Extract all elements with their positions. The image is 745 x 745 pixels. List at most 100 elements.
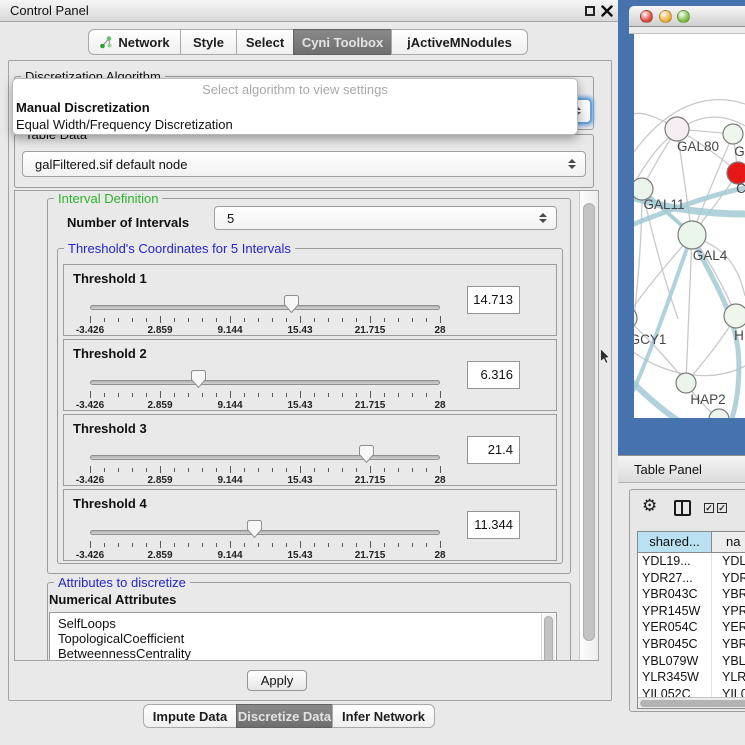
tab-impute-data-label: Impute Data xyxy=(153,709,227,724)
threshold-value-field[interactable]: 21.4 xyxy=(467,436,520,464)
network-node[interactable] xyxy=(709,409,729,418)
tab-discretize-data[interactable]: Discretize Data xyxy=(236,704,333,728)
tick-mark xyxy=(440,391,441,398)
dropdown-option-manual-discretization[interactable]: Manual Discretization xyxy=(16,100,150,115)
numerical-attributes-list[interactable]: SelfLoopsTopologicalCoefficientBetweenne… xyxy=(49,612,557,660)
table-horizontal-scrollbar[interactable] xyxy=(638,697,745,708)
tick-mark xyxy=(244,543,245,547)
threshold-slider-track[interactable] xyxy=(90,455,440,460)
threshold-value-field[interactable]: 6.316 xyxy=(467,361,520,389)
network-edge[interactable] xyxy=(686,235,692,383)
tick-mark xyxy=(104,393,105,397)
threshold-slider-track[interactable] xyxy=(90,530,440,535)
tick-label: -3.426 xyxy=(76,325,104,336)
tick-mark xyxy=(426,393,427,397)
table-panel-card: ⚙ ✓ ✓ shared... na YDL19...YDL1YDR27...Y… xyxy=(629,489,745,712)
threshold-slider-thumb[interactable] xyxy=(191,370,206,388)
cell-name: YBR0 xyxy=(712,636,745,653)
table-row[interactable]: YBL079WYBL0 xyxy=(638,653,745,670)
network-canvas[interactable]: GAL80GACGAL11GAL4GCY1HHAP2 xyxy=(634,34,745,418)
network-node[interactable] xyxy=(678,221,706,249)
tick-mark xyxy=(300,316,301,323)
minimize-traffic-light[interactable] xyxy=(659,10,672,23)
network-node-label: GCY1 xyxy=(634,332,666,347)
tab-impute-data[interactable]: Impute Data xyxy=(143,704,237,728)
tick-mark xyxy=(398,318,399,322)
table-row[interactable]: YPR145WYPR1 xyxy=(638,603,745,620)
tab-style[interactable]: Style xyxy=(180,29,237,55)
table-row[interactable]: YDR27...YDR2 xyxy=(638,570,745,587)
network-node[interactable] xyxy=(634,307,637,329)
tab-network[interactable]: Network xyxy=(88,29,181,55)
tab-infer-network[interactable]: Infer Network xyxy=(332,704,435,728)
network-node[interactable] xyxy=(724,304,745,328)
tick-mark xyxy=(258,543,259,547)
table-row[interactable]: YER054CYER0 xyxy=(638,619,745,636)
network-window-titlebar[interactable] xyxy=(629,6,745,27)
threshold-slider-track[interactable] xyxy=(90,380,440,385)
table-row[interactable]: YDL19...YDL1 xyxy=(638,553,745,570)
network-node-label: H xyxy=(734,328,744,343)
settings-scrollbar-thumb[interactable] xyxy=(583,203,595,641)
dropdown-option-equal-width-frequency[interactable]: Equal Width/Frequency Discretization xyxy=(16,117,233,132)
tick-mark xyxy=(216,468,217,472)
network-edge-thick[interactable] xyxy=(634,376,680,418)
threshold-row-1: Threshold 1 14.713 -3.4262.8599.14415.43… xyxy=(63,264,557,336)
list-scrollbar[interactable] xyxy=(541,614,555,660)
node-table: shared... na YDL19...YDL1YDR27...YDR2YBR… xyxy=(637,531,745,709)
gear-icon[interactable]: ⚙ xyxy=(642,496,657,516)
column-header-name[interactable]: na xyxy=(712,532,745,553)
threshold-value-field[interactable]: 14.713 xyxy=(467,286,520,314)
network-node[interactable] xyxy=(676,373,696,393)
table-data-combobox[interactable]: galFiltered.sif default node xyxy=(22,151,586,177)
attribute-list-item[interactable]: SelfLoops xyxy=(50,616,556,631)
close-traffic-light[interactable] xyxy=(640,10,653,23)
table-row[interactable]: YBR045CYBR0 xyxy=(638,636,745,653)
tick-mark xyxy=(202,318,203,322)
screen: Control Panel Network Style Select Cyni … xyxy=(0,0,745,745)
tick-mark xyxy=(384,543,385,547)
attribute-list-item[interactable]: TopologicalCoefficient xyxy=(50,631,556,646)
table-row[interactable]: YBR043CYBR0 xyxy=(638,586,745,603)
number-of-intervals-combobox[interactable]: 5 xyxy=(214,206,557,230)
tick-label: 21.715 xyxy=(355,400,386,411)
threshold-row-3: Threshold 3 21.4 -3.4262.8599.14415.4321… xyxy=(63,414,557,486)
attribute-list-item[interactable]: BetweennessCentrality xyxy=(50,646,556,660)
tick-mark xyxy=(90,541,91,548)
tab-jactivemnodules[interactable]: jActiveMNodules xyxy=(391,29,528,55)
zoom-traffic-light[interactable] xyxy=(677,10,690,23)
tab-select[interactable]: Select xyxy=(236,29,294,55)
dropdown-placeholder-option[interactable]: Select algorithm to view settings xyxy=(13,82,577,97)
threshold-slider-thumb[interactable] xyxy=(247,520,262,538)
network-node-label: HAP2 xyxy=(690,392,725,407)
threshold-slider-thumb[interactable] xyxy=(359,445,374,463)
apply-button[interactable]: Apply xyxy=(247,670,307,691)
tick-mark xyxy=(202,543,203,547)
float-window-icon[interactable] xyxy=(585,6,595,16)
close-icon[interactable] xyxy=(601,5,613,17)
threshold-value-field[interactable]: 11.344 xyxy=(467,511,520,539)
settings-scrollbar[interactable] xyxy=(579,191,598,660)
table-horizontal-scrollbar-thumb[interactable] xyxy=(640,700,745,707)
threshold-label: Threshold 4 xyxy=(73,496,147,511)
list-scrollbar-thumb[interactable] xyxy=(544,616,553,660)
tick-label: 9.144 xyxy=(217,475,242,486)
network-edge[interactable] xyxy=(634,235,692,318)
network-node[interactable] xyxy=(723,124,743,144)
checkbox-icon[interactable]: ✓ xyxy=(704,503,714,513)
threshold-slider-track[interactable] xyxy=(90,305,440,310)
network-node[interactable] xyxy=(665,117,689,141)
column-view-icon[interactable] xyxy=(674,500,691,516)
table-panel-title: Table Panel xyxy=(634,462,702,477)
checkbox-icon[interactable]: ✓ xyxy=(717,503,727,513)
network-node-label: C xyxy=(736,181,745,196)
table-row[interactable]: YLR345WYLR3 xyxy=(638,669,745,686)
network-canvas-svg: GAL80GACGAL11GAL4GCY1HHAP2 xyxy=(634,34,745,418)
tick-mark xyxy=(118,393,119,397)
column-header-shared-name[interactable]: shared... xyxy=(638,532,712,553)
tick-mark xyxy=(286,468,287,472)
tab-cyni-toolbox[interactable]: Cyni Toolbox xyxy=(293,29,392,55)
tick-mark xyxy=(412,468,413,472)
tick-mark xyxy=(258,468,259,472)
threshold-slider-thumb[interactable] xyxy=(284,295,299,313)
